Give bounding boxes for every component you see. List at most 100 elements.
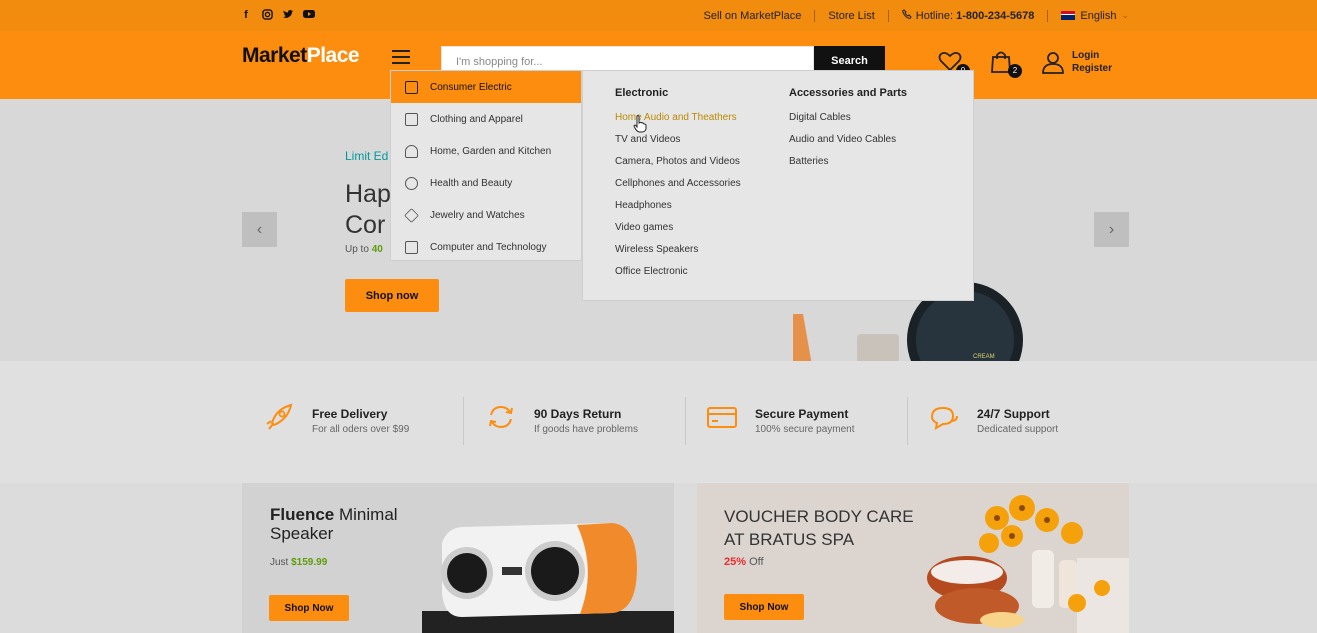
user-icon[interactable]	[1041, 50, 1065, 74]
promo-card-speaker[interactable]: Fluence Minimal Speaker Just $159.99 Sho…	[242, 483, 674, 633]
register-link[interactable]: Register	[1072, 62, 1112, 75]
hero-shop-now-button[interactable]: Shop now	[345, 279, 439, 312]
rocket-icon	[266, 403, 293, 430]
mega-column-heading: Accessories and Parts	[789, 87, 908, 99]
hero-title-line-1: Hap	[345, 180, 391, 208]
cart-button[interactable]: 2	[990, 50, 1022, 78]
divider	[685, 397, 686, 445]
chevron-left-icon: ‹	[256, 221, 263, 238]
heart-pulse-icon	[405, 176, 418, 190]
facebook-icon[interactable]: f	[240, 9, 252, 21]
feature-subtitle: 100% secure payment	[755, 424, 855, 435]
monitor-icon	[405, 240, 418, 254]
shirt-icon	[405, 112, 418, 126]
instagram-icon[interactable]	[261, 9, 273, 21]
features-strip: Free Delivery For all oders over $99 90 …	[0, 361, 1317, 483]
category-menu: Consumer Electric Clothing and Apparel H…	[390, 70, 582, 261]
promo-title-bold: Fluence	[270, 505, 335, 524]
mega-link[interactable]: Wireless Speakers	[615, 244, 741, 266]
promo-shop-now-button[interactable]: Shop Now	[269, 595, 349, 621]
mega-link[interactable]: Video games	[615, 222, 741, 244]
twitter-icon[interactable]	[282, 9, 294, 21]
feature-subtitle: If goods have problems	[534, 424, 638, 435]
feature-title: 90 Days Return	[534, 407, 622, 421]
logo-part-2: Place	[306, 44, 360, 67]
promo-title: VOUCHER BODY CARE AT BRATUS SPA	[724, 505, 914, 551]
social-links: f	[240, 9, 315, 21]
divider	[1047, 9, 1049, 22]
category-item-computer[interactable]: Computer and Technology	[391, 231, 581, 263]
promo-shop-now-button[interactable]: Shop Now	[724, 594, 804, 620]
category-label: Clothing and Apparel	[430, 113, 523, 125]
credit-card-icon	[707, 407, 737, 428]
mega-link[interactable]: Camera, Photos and Videos	[615, 156, 741, 178]
menu-icon[interactable]	[392, 50, 410, 64]
mega-link[interactable]: Headphones	[615, 200, 741, 222]
category-label: Consumer Electric	[430, 81, 512, 93]
divider	[887, 9, 889, 22]
hotline-label: Hotline:	[915, 9, 954, 22]
category-item-home-garden[interactable]: Home, Garden and Kitchen	[391, 135, 581, 167]
login-link[interactable]: Login	[1072, 49, 1112, 62]
hero-title: Hap Cor	[345, 179, 391, 241]
language-label: English	[1080, 9, 1117, 22]
phone-icon	[901, 9, 912, 22]
mega-link[interactable]: Office Electronic	[615, 266, 741, 288]
hero-title-line-2: Cor	[345, 211, 386, 239]
promo-discount: 25% Off	[724, 556, 764, 568]
promo-title-line-2: AT BRATUS SPA	[724, 530, 855, 549]
feature-subtitle: For all oders over $99	[312, 424, 410, 435]
logo[interactable]: MarketPlace	[242, 44, 360, 68]
hero-subtitle: Up to 40	[345, 244, 383, 255]
top-bar: f Sell on MarketPlace Store List Hotline…	[0, 0, 1317, 31]
logo-part-1: Market	[242, 44, 307, 67]
youtube-icon[interactable]	[303, 9, 315, 21]
discount-suffix: Off	[749, 556, 764, 568]
chevron-right-icon: ›	[1108, 221, 1115, 238]
language-selector[interactable]: English ⌄	[1061, 10, 1129, 22]
promo-title-line-1: VOUCHER BODY CARE	[724, 507, 914, 526]
price-value: $159.99	[291, 557, 328, 568]
diamond-icon	[404, 207, 419, 223]
carousel-next-button[interactable]: ›	[1094, 212, 1129, 247]
category-item-jewelry[interactable]: Jewelry and Watches	[391, 199, 581, 231]
lamp-icon	[405, 144, 418, 158]
promo-title: Fluence Minimal Speaker	[270, 505, 398, 543]
hotline-number[interactable]: 1-800-234-5678	[956, 10, 1034, 22]
mega-column-accessories: Accessories and Parts Digital Cables Aud…	[789, 87, 907, 178]
discount-value: 25%	[724, 556, 747, 568]
chevron-down-icon: ⌄	[1121, 10, 1129, 20]
category-label: Health and Beauty	[430, 177, 513, 189]
uk-flag-icon	[1061, 11, 1076, 20]
category-item-health-beauty[interactable]: Health and Beauty	[391, 167, 581, 199]
product-label: CREAM	[973, 354, 995, 360]
divider	[814, 9, 816, 22]
hand-cursor-icon	[633, 115, 647, 138]
speaker-image	[422, 523, 674, 633]
mega-menu: Electronic Home Audio and Theathers TV a…	[582, 70, 974, 301]
category-item-consumer-electric[interactable]: Consumer Electric	[391, 71, 581, 103]
cart-count-badge: 2	[1008, 64, 1022, 78]
mega-link[interactable]: Audio and Video Cables	[789, 134, 907, 156]
feature-title: 24/7 Support	[977, 407, 1050, 421]
carousel-prev-button[interactable]: ‹	[242, 212, 277, 247]
store-list-link[interactable]: Store List	[828, 10, 874, 22]
feature-subtitle: Dedicated support	[977, 424, 1059, 435]
promo-title-line-2: Speaker	[270, 524, 334, 543]
hero-eyebrow: Limit Ed	[345, 149, 389, 163]
feature-title: Secure Payment	[755, 407, 849, 421]
divider	[907, 397, 908, 445]
promo-price: Just $159.99	[270, 557, 327, 568]
refresh-icon	[489, 405, 513, 429]
mega-link[interactable]: Cellphones and Accessories	[615, 178, 741, 200]
spa-image	[927, 495, 1129, 633]
promo-card-voucher[interactable]: VOUCHER BODY CARE AT BRATUS SPA 25% Off …	[697, 483, 1129, 633]
mega-link[interactable]: Digital Cables	[789, 112, 907, 134]
account-links: Login Register	[1072, 49, 1112, 75]
category-item-clothing[interactable]: Clothing and Apparel	[391, 103, 581, 135]
category-label: Jewelry and Watches	[430, 209, 525, 221]
category-label: Computer and Technology	[430, 241, 547, 253]
sell-link[interactable]: Sell on MarketPlace	[703, 10, 801, 22]
divider	[463, 397, 464, 445]
mega-link[interactable]: Batteries	[789, 156, 907, 178]
